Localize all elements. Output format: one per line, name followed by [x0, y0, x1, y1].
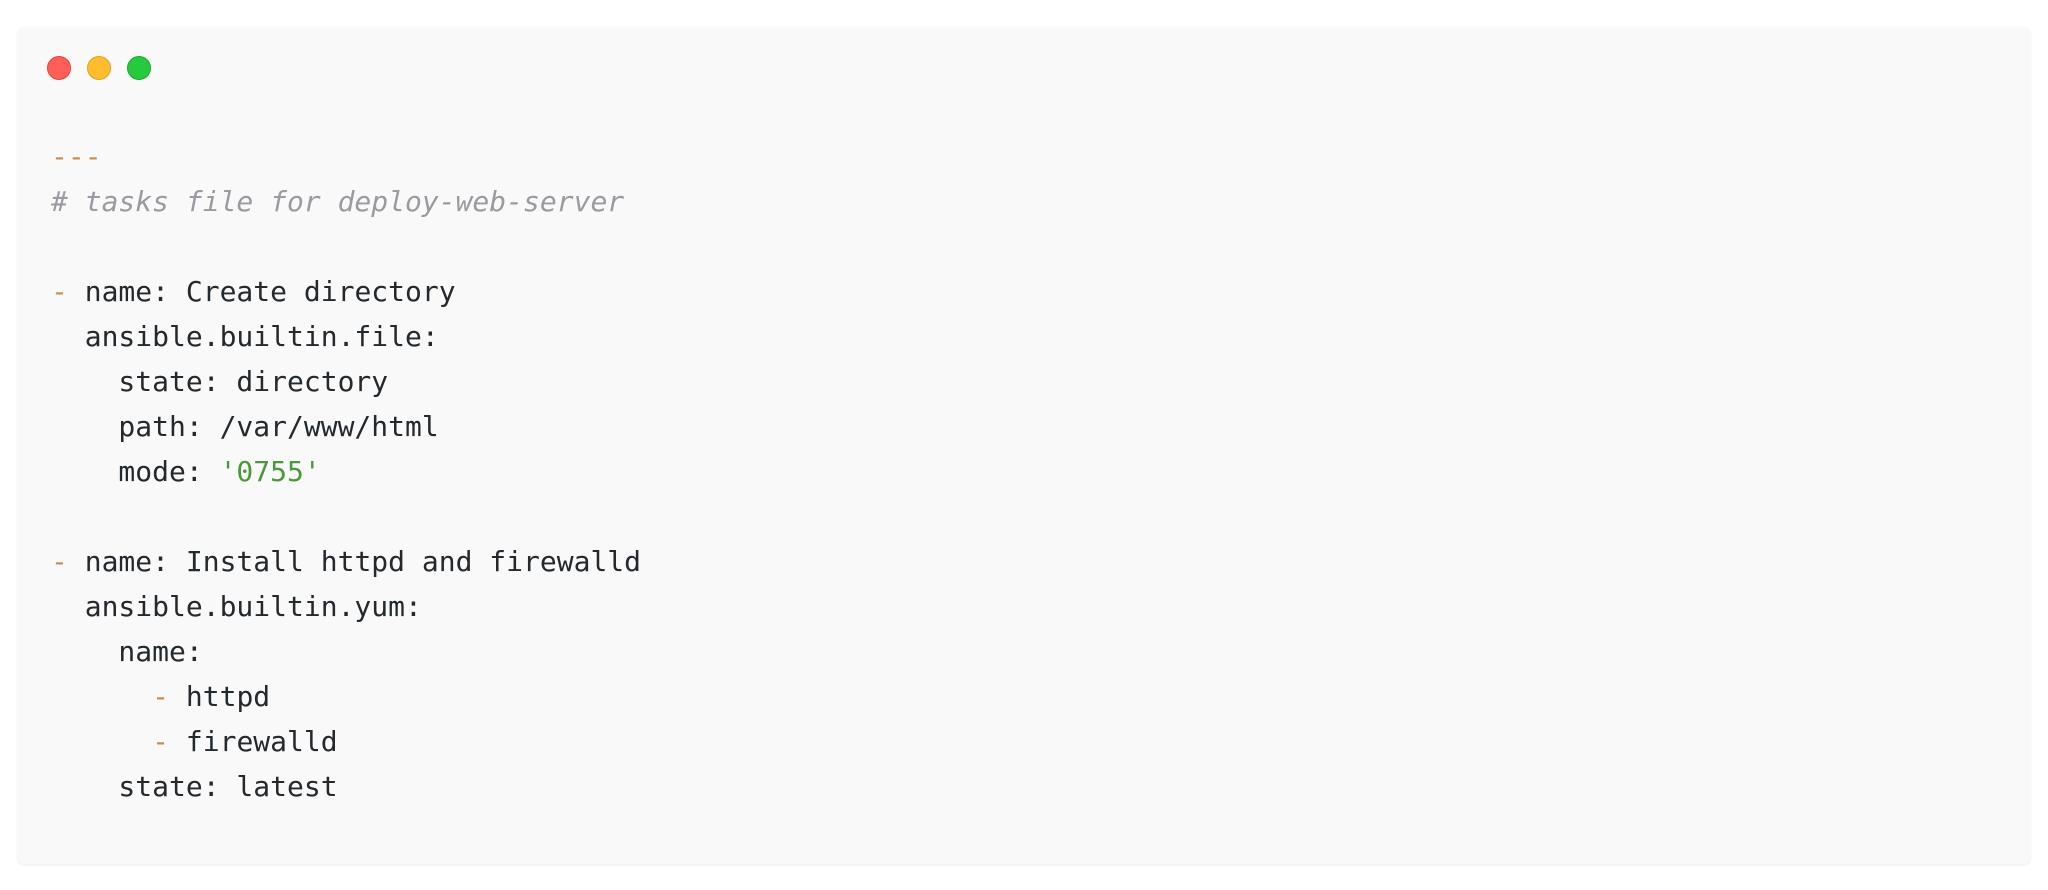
code-token-plain: ansible.builtin.file: [51, 320, 439, 353]
code-line: - name: Install httpd and firewalld [51, 539, 641, 584]
code-line: ansible.builtin.yum: [51, 584, 641, 629]
code-token-marker: - [51, 545, 85, 578]
code-token-plain: firewalld [185, 725, 338, 758]
code-token-plain: name: Create directory [84, 275, 456, 308]
code-token-marker: --- [51, 140, 102, 173]
code-line: - httpd [51, 674, 641, 719]
code-line: --- [51, 134, 641, 179]
zoom-icon[interactable] [127, 56, 151, 80]
code-line: mode: '0755' [51, 449, 641, 494]
code-token-plain: httpd [185, 680, 271, 713]
code-line: - firewalld [51, 719, 641, 764]
code-token-plain: path: /var/www/html [51, 410, 439, 443]
code-token-comment: # tasks file for deploy-web-server [51, 185, 625, 218]
code-window: --- # tasks file for deploy-web-server - n… [18, 27, 2030, 864]
code-token-plain: state: directory [51, 365, 389, 398]
code-token-plain: name: [51, 635, 203, 668]
close-icon[interactable] [47, 56, 71, 80]
code-token-marker: - [51, 275, 85, 308]
code-line: state: latest [51, 764, 641, 809]
code-token-marker: - [152, 725, 186, 758]
code-line: - name: Create directory [51, 269, 641, 314]
minimize-icon[interactable] [87, 56, 111, 80]
code-line: name: [51, 629, 641, 674]
code-line: path: /var/www/html [51, 404, 641, 449]
code-line: ansible.builtin.file: [51, 314, 641, 359]
code-token-plain: name: Install httpd and firewalld [84, 545, 642, 578]
code-token-plain: state: latest [51, 770, 338, 803]
code-token-plain: mode: [51, 455, 220, 488]
code-line: state: directory [51, 359, 641, 404]
code-token-plain: ansible.builtin.yum: [51, 590, 422, 623]
code-token-marker: - [152, 680, 186, 713]
code-block: --- # tasks file for deploy-web-server - n… [51, 134, 641, 809]
code-token-string: '0755' [219, 455, 321, 488]
code-line: # tasks file for deploy-web-server [51, 179, 641, 224]
